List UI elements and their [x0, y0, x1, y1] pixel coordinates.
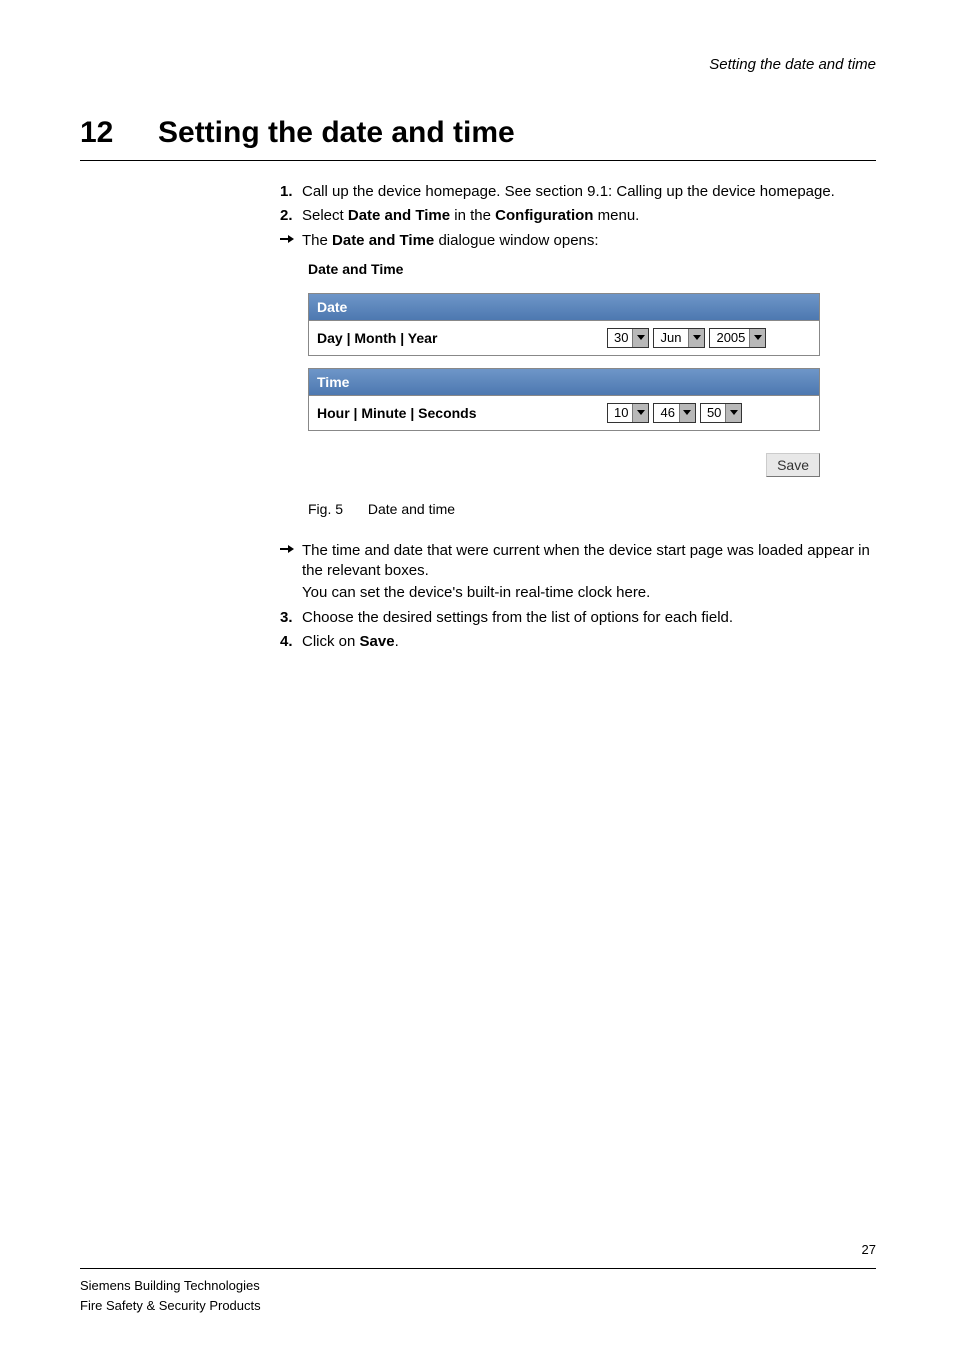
- chapter-title: Setting the date and time: [158, 116, 515, 150]
- chapter-heading: 12 Setting the date and time: [80, 116, 876, 161]
- year-value: 2005: [710, 330, 749, 345]
- text: Select: [302, 207, 348, 224]
- step-marker: 3.: [280, 608, 302, 628]
- bold-text: Save: [360, 633, 395, 650]
- after-steps: The time and date that were current when…: [280, 541, 876, 652]
- save-row: Save: [308, 453, 820, 477]
- date-selects: 30 Jun 2005: [607, 328, 766, 348]
- figure-text: Date and time: [368, 501, 455, 517]
- chevron-down-icon: [725, 404, 741, 422]
- step-marker: 2.: [280, 206, 302, 226]
- step-text: The Date and Time dialogue window opens:: [302, 231, 876, 251]
- footer: Siemens Building Technologies Fire Safet…: [80, 1276, 261, 1315]
- footer-line-1: Siemens Building Technologies: [80, 1276, 261, 1296]
- step-4: 4. Click on Save.: [280, 632, 876, 652]
- time-row-label: Hour | Minute | Seconds: [317, 405, 607, 421]
- time-panel: Time Hour | Minute | Seconds 10 46 50: [308, 368, 820, 431]
- arrow-step: The time and date that were current when…: [280, 541, 876, 604]
- step-text: The time and date that were current when…: [302, 541, 876, 604]
- text: You can set the device's built-in real-t…: [302, 583, 876, 603]
- step-text: Call up the device homepage. See section…: [302, 182, 876, 202]
- chevron-down-icon: [749, 329, 765, 347]
- step-text: Click on Save.: [302, 632, 876, 652]
- text: in the: [450, 207, 495, 224]
- date-panel-row: Day | Month | Year 30 Jun 2005: [309, 321, 819, 355]
- figure-number: Fig. 5: [308, 501, 364, 517]
- step-2: 2. Select Date and Time in the Configura…: [280, 206, 876, 226]
- text: The: [302, 232, 332, 249]
- date-panel-header: Date: [309, 294, 819, 321]
- chevron-down-icon: [632, 329, 648, 347]
- seconds-value: 50: [701, 405, 725, 420]
- step-3: 3. Choose the desired settings from the …: [280, 608, 876, 628]
- bold-text: Date and Time: [348, 207, 450, 224]
- hour-value: 10: [608, 405, 632, 420]
- time-panel-row: Hour | Minute | Seconds 10 46 50: [309, 396, 819, 430]
- seconds-select[interactable]: 50: [700, 403, 742, 423]
- year-select[interactable]: 2005: [709, 328, 766, 348]
- month-value: Jun: [654, 330, 688, 345]
- content-area: 1. Call up the device homepage. See sect…: [280, 182, 876, 656]
- arrow-step: The Date and Time dialogue window opens:: [280, 231, 876, 251]
- dialog-title: Date and Time: [308, 261, 820, 277]
- text: menu.: [593, 207, 639, 224]
- minute-select[interactable]: 46: [653, 403, 695, 423]
- date-row-label: Day | Month | Year: [317, 330, 607, 346]
- step-text: Select Date and Time in the Configuratio…: [302, 206, 876, 226]
- day-value: 30: [608, 330, 632, 345]
- figure-caption: Fig. 5 Date and time: [308, 501, 876, 517]
- hour-select[interactable]: 10: [607, 403, 649, 423]
- chevron-down-icon: [679, 404, 695, 422]
- step-marker: 4.: [280, 632, 302, 652]
- footer-divider: [80, 1268, 876, 1269]
- text: dialogue window opens:: [434, 232, 598, 249]
- bold-text: Date and Time: [332, 232, 434, 249]
- month-select[interactable]: Jun: [653, 328, 705, 348]
- dialog-screenshot: Date and Time Date Day | Month | Year 30…: [308, 261, 820, 477]
- chevron-down-icon: [632, 404, 648, 422]
- footer-line-2: Fire Safety & Security Products: [80, 1296, 261, 1316]
- text: The time and date that were current when…: [302, 542, 870, 579]
- chevron-down-icon: [688, 329, 704, 347]
- page-number: 27: [862, 1242, 876, 1257]
- step-1: 1. Call up the device homepage. See sect…: [280, 182, 876, 202]
- day-select[interactable]: 30: [607, 328, 649, 348]
- text: Click on: [302, 633, 360, 650]
- date-panel: Date Day | Month | Year 30 Jun 2005: [308, 293, 820, 356]
- save-button[interactable]: Save: [766, 453, 820, 477]
- text: .: [395, 633, 399, 650]
- step-text: Choose the desired settings from the lis…: [302, 608, 876, 628]
- time-panel-header: Time: [309, 369, 819, 396]
- running-header: Setting the date and time: [709, 56, 876, 73]
- bold-text: Configuration: [495, 207, 593, 224]
- time-selects: 10 46 50: [607, 403, 742, 423]
- step-marker: 1.: [280, 182, 302, 202]
- arrow-icon: [280, 541, 302, 604]
- minute-value: 46: [654, 405, 678, 420]
- chapter-number: 12: [80, 116, 158, 150]
- arrow-icon: [280, 231, 302, 251]
